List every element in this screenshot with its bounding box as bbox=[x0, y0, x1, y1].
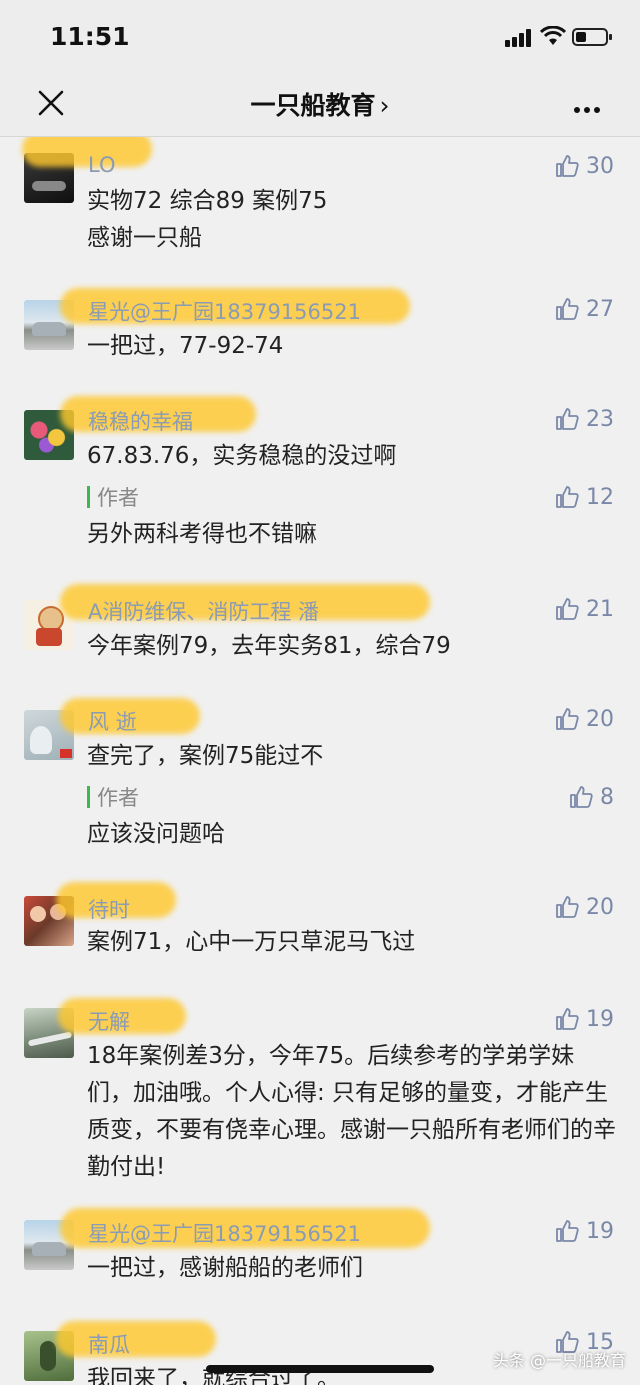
comment-item: 无解 18年案例差3分，今年75。后续参考的学弟学妹们，加油哦。个人心得: 只有… bbox=[0, 992, 640, 1207]
reply-text: 另外两科考得也不错嘛 bbox=[87, 521, 317, 547]
more-icon[interactable] bbox=[574, 98, 604, 117]
comment-author[interactable]: 待时 bbox=[88, 894, 130, 924]
author-reply-marker bbox=[87, 786, 90, 808]
like-count: 20 bbox=[586, 894, 614, 920]
chevron-right-icon: › bbox=[379, 91, 390, 120]
like-button[interactable]: 21 bbox=[554, 596, 614, 622]
like-count: 19 bbox=[586, 1218, 614, 1244]
comment-item: 星光@王广园18379156521 一把过，感谢船船的老师们 19 bbox=[0, 1204, 640, 1314]
signal-icon bbox=[505, 28, 533, 47]
nav-bar: 一只船教育 › bbox=[0, 72, 640, 137]
page-title-text: 一只船教育 bbox=[250, 91, 376, 120]
comment-text: 查完了，案例75能过不 bbox=[87, 743, 324, 769]
like-button[interactable]: 19 bbox=[554, 1006, 614, 1032]
comment-text: 实物72 综合89 案例75 感谢一只船 bbox=[87, 188, 328, 251]
thumbs-up-icon bbox=[556, 155, 579, 177]
thumbs-up-icon bbox=[556, 1008, 579, 1030]
author-reply-label: 作者 bbox=[97, 486, 139, 510]
page-title[interactable]: 一只船教育 › bbox=[0, 86, 640, 122]
comment-item: 星光@王广园18379156521 一把过，77-92-74 27 bbox=[0, 282, 640, 392]
like-count: 21 bbox=[586, 596, 614, 622]
reply-like-count: 8 bbox=[600, 784, 614, 810]
like-count: 19 bbox=[586, 1006, 614, 1032]
wifi-icon bbox=[540, 26, 566, 45]
thumbs-up-icon bbox=[556, 298, 579, 320]
thumbs-up-icon bbox=[570, 786, 593, 808]
thumbs-up-icon bbox=[556, 708, 579, 730]
status-bar: 11:51 bbox=[0, 0, 640, 72]
like-count: 30 bbox=[586, 153, 614, 179]
comment-text: 今年案例79，去年实务81，综合79 bbox=[87, 633, 451, 659]
comment-author[interactable]: A消防维保、消防工程 潘 bbox=[88, 596, 319, 626]
reply-like-count: 12 bbox=[586, 484, 614, 510]
comment-author[interactable]: 稳稳的幸福 bbox=[88, 406, 193, 436]
like-button[interactable]: 23 bbox=[554, 406, 614, 432]
reply-like-button[interactable]: 8 bbox=[568, 784, 614, 810]
comment-author[interactable]: 星光@王广园18379156521 bbox=[88, 296, 361, 326]
comment-text: 案例71，心中一万只草泥马飞过 bbox=[87, 929, 416, 955]
like-count: 20 bbox=[586, 706, 614, 732]
reply-text: 应该没问题哈 bbox=[87, 821, 225, 847]
comment-author[interactable]: 南瓜 bbox=[88, 1329, 130, 1359]
like-button[interactable]: 20 bbox=[554, 706, 614, 732]
comment-author[interactable]: LO bbox=[88, 153, 115, 177]
comment-list[interactable]: LO 实物72 综合89 案例75 感谢一只船 30 星光@王广园1837915… bbox=[0, 137, 640, 1385]
comment-item: LO 实物72 综合89 案例75 感谢一只船 30 bbox=[0, 137, 640, 267]
thumbs-up-icon bbox=[556, 896, 579, 918]
like-button[interactable]: 30 bbox=[554, 153, 614, 179]
battery-icon bbox=[572, 28, 612, 46]
comment-text: 一把过，感谢船船的老师们 bbox=[87, 1255, 363, 1281]
comment-item: A消防维保、消防工程 潘 今年案例79，去年实务81，综合79 21 bbox=[0, 582, 640, 692]
reply-like-button[interactable]: 12 bbox=[554, 484, 614, 510]
author-reply-label: 作者 bbox=[97, 786, 139, 810]
like-count: 23 bbox=[586, 406, 614, 432]
comment-author[interactable]: 星光@王广园18379156521 bbox=[88, 1218, 361, 1248]
comment-author[interactable]: 风 逝 bbox=[88, 706, 137, 736]
comment-item: 风 逝 查完了，案例75能过不 20 作者 8 应该没问题哈 bbox=[0, 692, 640, 882]
comment-text: 67.83.76，实务稳稳的没过啊 bbox=[87, 443, 397, 469]
comment-author[interactable]: 无解 bbox=[88, 1006, 130, 1036]
status-time: 11:51 bbox=[50, 22, 130, 51]
home-indicator[interactable] bbox=[206, 1365, 434, 1373]
author-reply-marker bbox=[87, 486, 90, 508]
comment-text: 一把过，77-92-74 bbox=[87, 333, 284, 359]
comment-text: 18年案例差3分，今年75。后续参考的学弟学妹们，加油哦。个人心得: 只有足够的… bbox=[87, 1043, 616, 1180]
like-button[interactable]: 19 bbox=[554, 1218, 614, 1244]
thumbs-up-icon bbox=[556, 486, 579, 508]
like-count: 27 bbox=[586, 296, 614, 322]
like-button[interactable]: 20 bbox=[554, 894, 614, 920]
watermark: 头条 @一只船教育 bbox=[492, 1351, 626, 1370]
thumbs-up-icon bbox=[556, 598, 579, 620]
thumbs-up-icon bbox=[556, 408, 579, 430]
like-button[interactable]: 27 bbox=[554, 296, 614, 322]
thumbs-up-icon bbox=[556, 1220, 579, 1242]
comment-item: 稳稳的幸福 67.83.76，实务稳稳的没过啊 23 作者 12 另外两科考得也… bbox=[0, 392, 640, 572]
comment-item: 待时 案例71，心中一万只草泥马飞过 20 bbox=[0, 882, 640, 992]
